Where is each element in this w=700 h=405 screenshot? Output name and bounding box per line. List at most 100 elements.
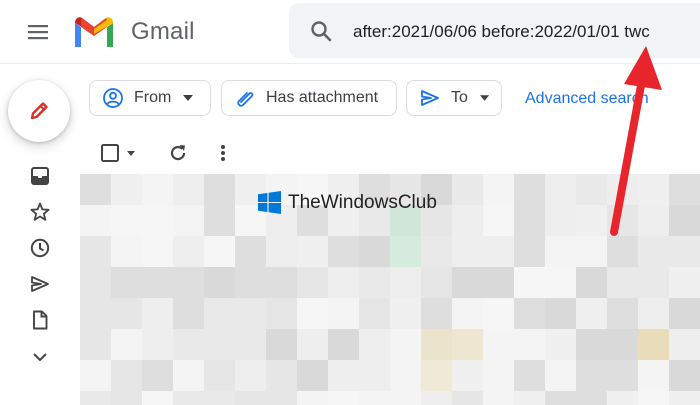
- blur-cell: [328, 360, 359, 391]
- blur-cell: [607, 174, 638, 205]
- blur-cell: [390, 360, 421, 391]
- blur-cell: [390, 267, 421, 298]
- blur-cell: [111, 329, 142, 360]
- blur-cell: [669, 267, 700, 298]
- blur-cell: [483, 298, 514, 329]
- blur-cell: [235, 329, 266, 360]
- watermark: TheWindowsClub: [258, 191, 437, 214]
- blur-cell: [514, 205, 545, 236]
- send-to-icon: [421, 90, 439, 106]
- search-bar[interactable]: after:2021/06/06 before:2022/01/01 twc: [289, 3, 700, 58]
- blur-cell: [545, 298, 576, 329]
- blur-cell: [421, 298, 452, 329]
- blur-cell: [452, 360, 483, 391]
- blur-cell: [173, 267, 204, 298]
- more-vert-icon[interactable]: [212, 142, 234, 164]
- blur-cell: [638, 391, 669, 405]
- blur-cell: [142, 360, 173, 391]
- blur-cell: [607, 205, 638, 236]
- to-filter-chip[interactable]: To: [406, 80, 502, 116]
- blur-cell: [483, 267, 514, 298]
- dropdown-caret-icon: [183, 95, 194, 101]
- blur-cell: [452, 267, 483, 298]
- inbox-icon[interactable]: [29, 165, 51, 187]
- to-filter-label: To: [451, 89, 468, 106]
- search-input[interactable]: after:2021/06/06 before:2022/01/01 twc: [353, 22, 650, 42]
- blur-cell: [421, 329, 452, 360]
- blur-cell: [514, 298, 545, 329]
- blur-cell: [607, 391, 638, 405]
- blur-cell: [80, 391, 111, 405]
- blur-cell: [142, 236, 173, 267]
- blur-cell: [638, 205, 669, 236]
- blur-cell: [235, 298, 266, 329]
- blur-cell: [576, 236, 607, 267]
- blur-cell: [421, 360, 452, 391]
- blur-cell: [235, 360, 266, 391]
- blur-cell: [297, 298, 328, 329]
- advanced-search-link[interactable]: Advanced search: [525, 90, 649, 108]
- compose-button[interactable]: [8, 80, 70, 142]
- blur-cell: [111, 205, 142, 236]
- has-attachment-chip[interactable]: Has attachment: [221, 80, 397, 116]
- blur-cell: [297, 329, 328, 360]
- dropdown-caret-icon: [479, 95, 489, 101]
- blur-cell: [359, 360, 390, 391]
- chevron-down-icon[interactable]: [29, 346, 51, 368]
- search-icon[interactable]: [309, 19, 333, 43]
- blur-cell: [80, 236, 111, 267]
- blur-cell: [669, 360, 700, 391]
- blur-cell: [669, 329, 700, 360]
- blur-cell: [545, 329, 576, 360]
- blur-cell: [669, 298, 700, 329]
- blur-cell: [421, 236, 452, 267]
- blur-cell: [266, 236, 297, 267]
- blur-cell: [80, 267, 111, 298]
- blur-cell: [452, 236, 483, 267]
- blur-cell: [576, 391, 607, 405]
- blur-cell: [607, 267, 638, 298]
- star-icon[interactable]: [29, 201, 51, 223]
- select-all-checkbox[interactable]: [99, 142, 143, 164]
- send-icon[interactable]: [29, 273, 51, 295]
- blur-cell: [514, 391, 545, 405]
- watermark-text: TheWindowsClub: [288, 191, 437, 213]
- blur-cell: [266, 360, 297, 391]
- blur-cell: [545, 391, 576, 405]
- blur-cell: [576, 329, 607, 360]
- blur-cell: [452, 391, 483, 405]
- blur-cell: [514, 174, 545, 205]
- blur-cell: [266, 391, 297, 405]
- paperclip-icon: [237, 92, 254, 107]
- blur-cell: [173, 174, 204, 205]
- blur-cell: [390, 329, 421, 360]
- blur-cell: [669, 391, 700, 405]
- blur-cell: [576, 205, 607, 236]
- blur-cell: [359, 391, 390, 405]
- gmail-logo[interactable]: [72, 14, 116, 48]
- blur-cell: [266, 267, 297, 298]
- top-bar: Gmail after:2021/06/06 before:2022/01/01…: [0, 0, 700, 64]
- blur-cell: [638, 174, 669, 205]
- blur-cell: [607, 360, 638, 391]
- blur-cell: [80, 360, 111, 391]
- document-icon[interactable]: [29, 309, 51, 331]
- blur-cell: [204, 267, 235, 298]
- blur-cell: [111, 391, 142, 405]
- from-filter-label: From: [134, 89, 172, 106]
- blur-cell: [142, 267, 173, 298]
- blur-cell: [297, 360, 328, 391]
- blur-cell: [328, 329, 359, 360]
- main-menu-button[interactable]: [26, 20, 52, 44]
- blur-cell: [173, 205, 204, 236]
- clock-icon[interactable]: [29, 237, 51, 259]
- blur-cell: [204, 205, 235, 236]
- blur-cell: [173, 391, 204, 405]
- refresh-icon[interactable]: [167, 142, 189, 164]
- blur-cell: [514, 236, 545, 267]
- blur-cell: [173, 236, 204, 267]
- blur-cell: [483, 174, 514, 205]
- from-filter-chip[interactable]: From: [89, 80, 211, 116]
- blur-cell: [111, 298, 142, 329]
- blur-cell: [204, 391, 235, 405]
